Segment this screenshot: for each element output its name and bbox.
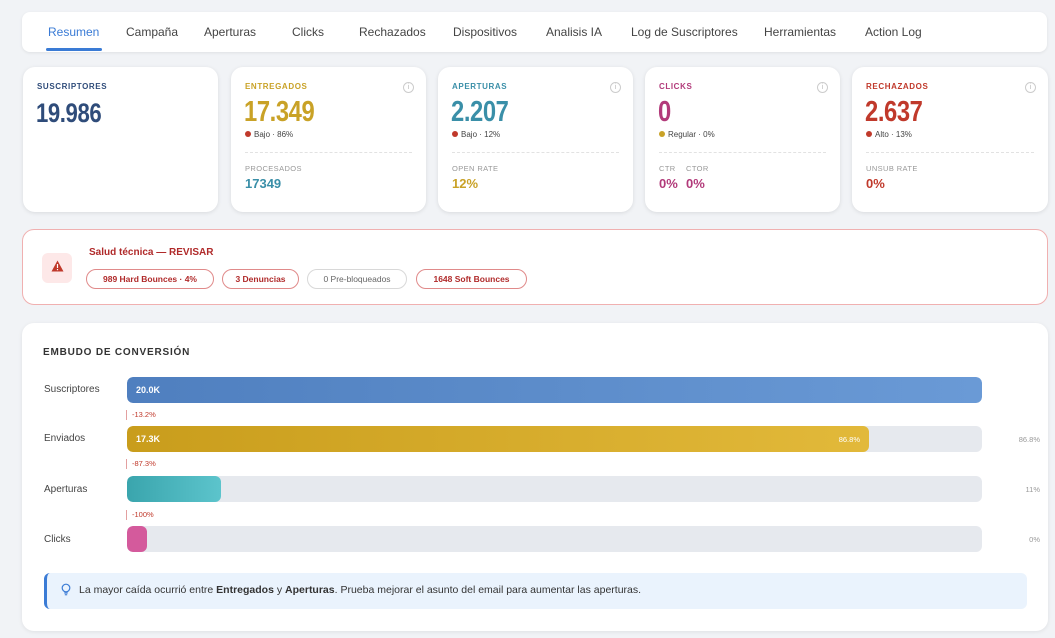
status-badge: Bajo · 12% bbox=[452, 130, 500, 139]
funnel-track bbox=[127, 526, 982, 552]
funnel-bar-suscriptores: 20.0K bbox=[127, 377, 982, 403]
status-badge: Bajo · 86% bbox=[245, 130, 293, 139]
card-rechazados: RECHAZADOS i 2.637 Alto · 13% UNSUB RATE… bbox=[852, 67, 1048, 212]
insight-callout: La mayor caída ocurrió entre Entregados … bbox=[44, 573, 1027, 609]
tab-campana[interactable]: Campaña bbox=[126, 25, 178, 39]
status-dot-icon bbox=[245, 131, 251, 137]
status-dot-icon bbox=[659, 131, 665, 137]
insight-mid: y bbox=[273, 584, 286, 596]
funnel-track bbox=[127, 476, 982, 502]
funnel-track: 20.0K bbox=[127, 377, 982, 403]
info-icon[interactable]: i bbox=[817, 82, 828, 93]
funnel-bar-percent: 86.8% bbox=[838, 435, 860, 444]
health-title: Salud técnica — REVISAR bbox=[89, 247, 214, 258]
card-clicks: CLICKS i 0 Regular · 0% CTR CTOR 0% 0% bbox=[645, 67, 840, 212]
card-value: 2.207 bbox=[451, 96, 509, 128]
sub-value-ctr: 0% bbox=[659, 176, 678, 191]
funnel-label-aperturas: Aperturas bbox=[44, 484, 88, 495]
warning-triangle-icon bbox=[51, 260, 64, 272]
tab-herramientas[interactable]: Herramientas bbox=[764, 25, 836, 39]
divider bbox=[452, 152, 619, 153]
funnel-drop: -100% bbox=[126, 510, 154, 520]
pill-pre-bloqueados[interactable]: 0 Pre-bloqueados bbox=[307, 269, 407, 289]
funnel-bar-enviados: 17.3K 86.8% bbox=[127, 426, 869, 452]
insight-suffix: . Prueba mejorar el asunto del email par… bbox=[334, 584, 642, 596]
funnel-bar-clicks bbox=[127, 526, 147, 552]
status-badge: Regular · 0% bbox=[659, 130, 715, 139]
tab-bar: Resumen Campaña Aperturas Clicks Rechaza… bbox=[22, 12, 1047, 52]
tab-resumen[interactable]: Resumen bbox=[48, 25, 99, 39]
active-tab-indicator bbox=[46, 48, 102, 51]
card-title: ENTREGADOS bbox=[245, 82, 308, 91]
info-icon[interactable]: i bbox=[610, 82, 621, 93]
funnel-track: 17.3K 86.8% bbox=[127, 426, 982, 452]
funnel-drop: -87.3% bbox=[126, 459, 156, 469]
card-title: RECHAZADOS bbox=[866, 82, 929, 91]
info-icon[interactable]: i bbox=[1025, 82, 1036, 93]
status-text: Regular · 0% bbox=[668, 130, 715, 139]
divider bbox=[866, 152, 1034, 153]
funnel-percent: 11% bbox=[1025, 485, 1040, 494]
tab-clicks[interactable]: Clicks bbox=[292, 25, 324, 39]
funnel-bar-value: 17.3K bbox=[136, 434, 161, 444]
divider bbox=[659, 152, 826, 153]
sub-value: 12% bbox=[452, 176, 479, 191]
health-alert: Salud técnica — REVISAR 989 Hard Bounces… bbox=[22, 229, 1048, 305]
card-title: CLICKS bbox=[659, 82, 693, 91]
funnel-percent: 86.8% bbox=[1018, 435, 1040, 444]
insight-from: Entregados bbox=[216, 584, 274, 596]
status-text: Bajo · 86% bbox=[254, 130, 294, 139]
card-title: SUSCRIPTORES bbox=[37, 82, 108, 91]
sub-label-ctor: CTOR bbox=[686, 164, 709, 173]
card-entregados: ENTREGADOS i 17.349 Bajo · 86% PROCESADO… bbox=[231, 67, 426, 212]
pill-soft-bounces[interactable]: 1648 Soft Bounces bbox=[416, 269, 527, 289]
funnel-title: EMBUDO DE CONVERSIÓN bbox=[43, 347, 191, 358]
warning-icon-box bbox=[42, 253, 72, 283]
sub-value: 0% bbox=[866, 176, 885, 191]
status-text: Bajo · 12% bbox=[461, 130, 501, 139]
funnel-label-clicks: Clicks bbox=[44, 534, 71, 545]
pill-hard-bounces[interactable]: 989 Hard Bounces · 4% bbox=[86, 269, 214, 289]
tab-dispositivos[interactable]: Dispositivos bbox=[453, 25, 517, 39]
card-value: 17.349 bbox=[244, 96, 315, 128]
card-value: 19.986 bbox=[36, 98, 102, 128]
sub-label: UNSUB RATE bbox=[866, 164, 918, 173]
insight-to: Aperturas bbox=[285, 584, 335, 596]
status-dot-icon bbox=[866, 131, 872, 137]
card-title: APERTURAS bbox=[452, 82, 508, 91]
conversion-funnel: EMBUDO DE CONVERSIÓN Suscriptores 20.0K … bbox=[22, 323, 1048, 631]
sub-value-ctor: 0% bbox=[686, 176, 705, 191]
lightbulb-icon bbox=[61, 583, 71, 596]
sub-label: PROCESADOS bbox=[245, 164, 302, 173]
tab-aperturas[interactable]: Aperturas bbox=[204, 25, 256, 39]
sub-label-ctr: CTR bbox=[659, 164, 676, 173]
tab-rechazados[interactable]: Rechazados bbox=[359, 25, 426, 39]
card-suscriptores: SUSCRIPTORES 19.986 bbox=[23, 67, 218, 212]
tab-log-suscriptores[interactable]: Log de Suscriptores bbox=[631, 25, 738, 39]
status-text: Alto · 13% bbox=[875, 130, 912, 139]
card-aperturas: APERTURAS i 2.207 Bajo · 12% OPEN RATE 1… bbox=[438, 67, 633, 212]
info-icon[interactable]: i bbox=[403, 82, 414, 93]
funnel-label-suscriptores: Suscriptores bbox=[44, 384, 100, 395]
divider bbox=[245, 152, 412, 153]
tab-analisis-ia[interactable]: Analisis IA bbox=[546, 25, 602, 39]
status-badge: Alto · 13% bbox=[866, 130, 912, 139]
card-value: 0 bbox=[658, 96, 671, 128]
tab-action-log[interactable]: Action Log bbox=[865, 25, 922, 39]
status-dot-icon bbox=[452, 131, 458, 137]
insight-text: La mayor caída ocurrió entre Entregados … bbox=[79, 584, 641, 596]
pill-denuncias[interactable]: 3 Denuncias bbox=[222, 269, 299, 289]
funnel-label-enviados: Enviados bbox=[44, 433, 86, 444]
funnel-drop: -13.2% bbox=[126, 410, 156, 420]
funnel-bar-aperturas bbox=[127, 476, 221, 502]
insight-prefix: La mayor caída ocurrió entre bbox=[79, 584, 217, 596]
sub-label: OPEN RATE bbox=[452, 164, 499, 173]
sub-value: 17349 bbox=[245, 176, 282, 191]
card-value: 2.637 bbox=[865, 96, 923, 128]
funnel-bar-value: 20.0K bbox=[136, 385, 161, 395]
funnel-percent: 0% bbox=[1029, 535, 1040, 544]
